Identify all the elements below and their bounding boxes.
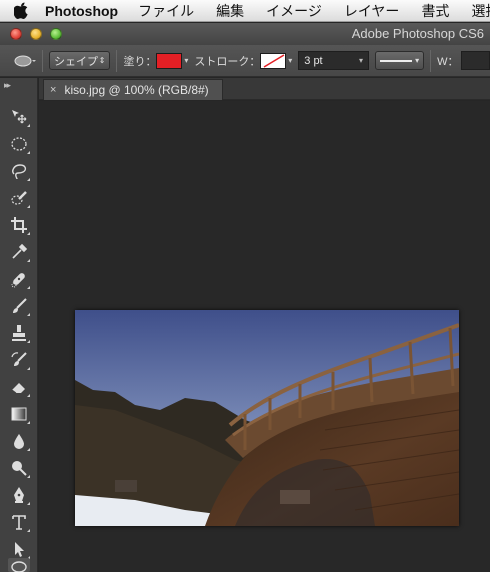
move-tool-icon[interactable] xyxy=(8,106,30,128)
menu-bar: Photoshop ファイル 編集 イメージ レイヤー 書式 選択 xyxy=(0,0,490,22)
spot-healing-tool-icon[interactable] xyxy=(8,268,30,290)
menu-edit[interactable]: 編集 xyxy=(216,1,244,21)
history-brush-tool-icon[interactable] xyxy=(8,349,30,371)
options-separator xyxy=(116,49,118,72)
options-separator xyxy=(42,49,43,72)
pen-tool-icon[interactable] xyxy=(8,484,30,506)
stroke-color-swatch[interactable] xyxy=(260,52,287,69)
options-bar: シェイプ ⇕ 塗り： ▾ ストローク： ▾ 3 pt ▾ ▾ W： xyxy=(0,45,490,77)
lasso-tool-icon[interactable] xyxy=(8,160,30,182)
collapse-panel-icon[interactable]: ▸▸ xyxy=(4,80,11,91)
document-tab[interactable]: × kiso.jpg @ 100% (RGB/8#) xyxy=(43,79,223,100)
width-field[interactable] xyxy=(461,51,490,70)
stroke-label: ストローク： xyxy=(194,55,261,68)
menu-select[interactable]: 選択 xyxy=(471,1,490,21)
menu-file[interactable]: ファイル xyxy=(138,1,194,21)
path-selection-tool-icon[interactable] xyxy=(8,538,30,560)
menu-type[interactable]: 書式 xyxy=(421,1,449,21)
window-title: Adobe Photoshop CS6 xyxy=(351,26,484,41)
chevron-down-icon: ▾ xyxy=(359,56,364,65)
fill-label: 塗り： xyxy=(123,55,157,68)
document-image[interactable] xyxy=(75,310,459,526)
fill-dropdown-arrow-icon[interactable]: ▾ xyxy=(184,56,188,65)
width-label: W： xyxy=(437,55,459,68)
updown-arrow-icon: ⇕ xyxy=(98,56,106,65)
menu-image[interactable]: イメージ xyxy=(266,1,322,21)
stroke-type-dropdown[interactable]: ▾ xyxy=(375,51,425,70)
fill-color-swatch[interactable] xyxy=(156,52,183,69)
ellipse-tool-icon[interactable] xyxy=(8,558,30,572)
close-window-button[interactable] xyxy=(10,28,22,40)
menu-layer[interactable]: レイヤー xyxy=(344,1,400,21)
ellipse-marquee-tool-icon[interactable] xyxy=(8,133,30,155)
eraser-tool-icon[interactable] xyxy=(8,376,30,398)
document-tab-bar: × kiso.jpg @ 100% (RGB/8#) xyxy=(39,78,490,100)
shape-mode-dropdown[interactable]: シェイプ ⇕ xyxy=(49,51,111,70)
document-tab-title: kiso.jpg @ 100% (RGB/8#) xyxy=(64,83,209,97)
document-canvas-area[interactable] xyxy=(39,101,490,572)
window-title-bar: Adobe Photoshop CS6 xyxy=(0,23,490,45)
photoshop-window: Photoshop ファイル 編集 イメージ レイヤー 書式 選択 Adobe … xyxy=(0,0,490,572)
apple-logo-icon[interactable] xyxy=(14,2,29,20)
ellipse-shape-icon[interactable] xyxy=(14,54,36,68)
stroke-width-value: 3 pt xyxy=(304,54,323,67)
close-tab-icon[interactable]: × xyxy=(50,84,56,96)
dodge-tool-icon[interactable] xyxy=(8,457,30,479)
clone-stamp-tool-icon[interactable] xyxy=(8,322,30,344)
zoom-window-button[interactable] xyxy=(50,28,62,40)
solid-line-icon xyxy=(380,59,413,62)
bridge-photo xyxy=(75,310,459,526)
stroke-width-field[interactable]: 3 pt ▾ xyxy=(298,51,370,70)
brush-tool-icon[interactable] xyxy=(8,295,30,317)
blur-tool-icon[interactable] xyxy=(8,430,30,452)
type-tool-icon[interactable] xyxy=(8,511,30,533)
quick-selection-tool-icon[interactable] xyxy=(8,187,30,209)
chevron-down-icon: ▾ xyxy=(415,56,420,65)
gradient-tool-icon[interactable] xyxy=(8,403,30,425)
shape-mode-label: シェイプ xyxy=(54,55,98,68)
tools-panel: ▸▸ xyxy=(0,78,38,572)
no-stroke-slash-icon xyxy=(263,53,285,68)
crop-tool-icon[interactable] xyxy=(8,214,30,236)
options-separator xyxy=(430,49,432,72)
minimize-window-button[interactable] xyxy=(30,28,42,40)
app-name-menu[interactable]: Photoshop xyxy=(45,3,118,19)
eyedropper-tool-icon[interactable] xyxy=(8,241,30,263)
stroke-dropdown-arrow-icon[interactable]: ▾ xyxy=(288,56,292,65)
